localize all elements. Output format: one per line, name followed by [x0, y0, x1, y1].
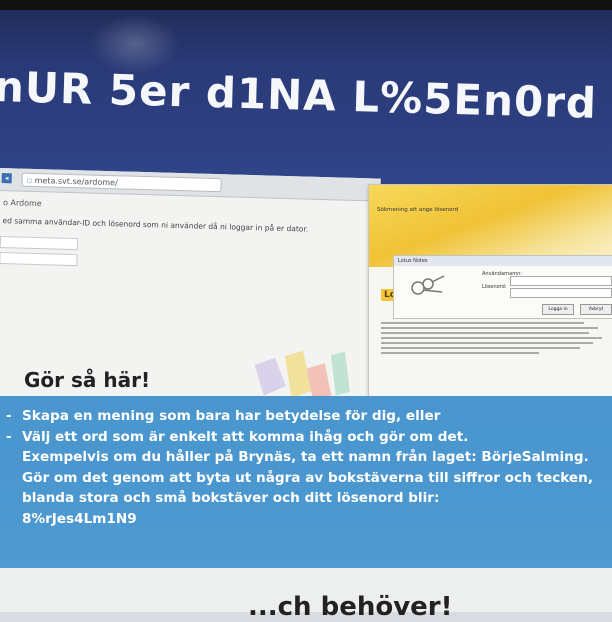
- lotus-password-field: [510, 288, 612, 298]
- instruction-line: Exempelvis om du håller på Brynäs, ta et…: [6, 447, 612, 468]
- bullet: -: [6, 428, 12, 445]
- browser-nav-icon: ◂: [1, 173, 12, 184]
- lotus-caption: Sökmening att ange lösenord: [377, 207, 459, 213]
- bottom-heading: ...ch behöver!: [248, 592, 453, 622]
- lotus-login-dialog: Lotus Notes Användarnamn: Lösenord: Logg…: [393, 255, 612, 319]
- example-password: 8%rJes4Lm1N9: [6, 509, 612, 530]
- username-field: [0, 236, 79, 251]
- instruction-4: Gör om det genom att byta ut några av bo…: [22, 469, 593, 486]
- url-field: ▫ meta.svt.se/ardome/: [21, 172, 222, 193]
- example-password-text: 8%rJes4Lm1N9: [22, 510, 137, 527]
- dialog-title: Lotus Notes: [394, 256, 612, 266]
- legal-text-block: [381, 319, 607, 371]
- page-icon: ▫: [26, 175, 33, 185]
- login-button: Logga in: [542, 304, 574, 315]
- lotus-username-field: [510, 276, 612, 286]
- instruction-line: Gör om det genom att byta ut några av bo…: [6, 468, 612, 489]
- instruction-line: - Välj ett ord som är enkelt att komma ih…: [6, 427, 612, 448]
- top-edge: [0, 0, 612, 10]
- keys-icon: [411, 275, 445, 295]
- instruction-line: blanda stora och små bokstäver och ditt …: [6, 488, 612, 509]
- url-text: meta.svt.se/ardome/: [34, 175, 118, 188]
- breadcrumb: o Ardome: [2, 198, 42, 209]
- login-instruction-text: ed samma användar-ID och lösenord som ni…: [2, 216, 309, 234]
- instructions-panel: - Skapa en mening som bara har betydelse …: [0, 396, 612, 568]
- cancel-button: Avbryt: [580, 304, 612, 315]
- password-field: [0, 252, 78, 267]
- lotus-notes-screenshot: Sökmening att ange lösenord Lotus Lotus …: [368, 184, 612, 398]
- headline-banner: nUR 5er d1NA L%5En0rd U7: [0, 0, 612, 185]
- bullet: -: [6, 408, 12, 424]
- headline-text: nUR 5er d1NA L%5En0rd U7: [0, 62, 612, 130]
- instruction-2: Välj ett ord som är enkelt att komma ihå…: [22, 428, 469, 445]
- instruction-1: Skapa en mening som bara har betydelse f…: [22, 408, 441, 424]
- instruction-3: Exempelvis om du håller på Brynäs, ta et…: [22, 449, 589, 465]
- password-label: Lösenord:: [482, 284, 507, 290]
- instruction-line: - Skapa en mening som bara har betydelse …: [6, 406, 612, 427]
- instruction-5: blanda stora och små bokstäver och ditt …: [22, 490, 440, 506]
- section-heading: Gör så här!: [24, 368, 151, 392]
- instructions-text: - Skapa en mening som bara har betydelse …: [6, 406, 612, 529]
